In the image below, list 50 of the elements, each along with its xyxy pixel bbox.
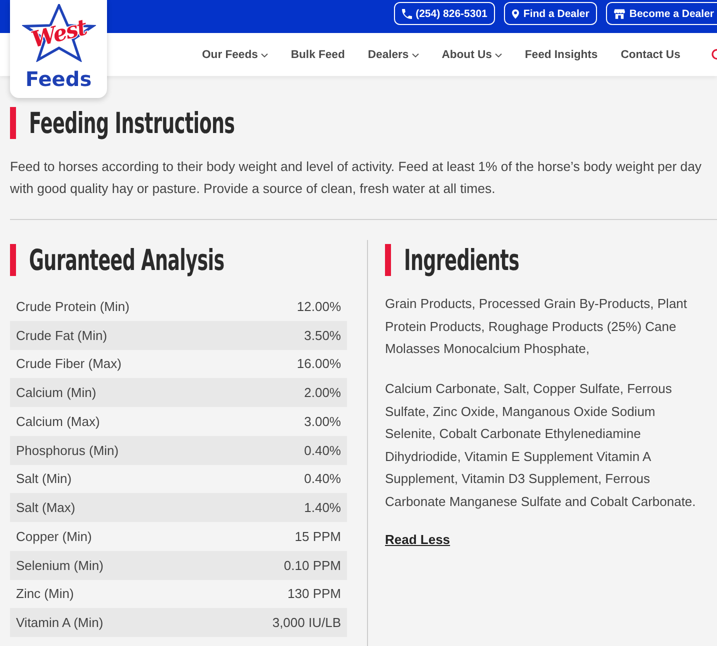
nav-link[interactable]: About Us bbox=[442, 48, 502, 60]
heading-accent-bar bbox=[385, 244, 391, 276]
ingredients-text: Grain Products, Processed Grain By-Products, Plant Protein Products, Roughage Products (25%) Cane Molasses Monocalcium Phosphate, bbox=[385, 295, 688, 358]
nutrient-name: Crude Fiber (Max) bbox=[16, 356, 122, 372]
ingredients-text: Calcium Carbonate, Salt, Copper Sulfate, Ferrous Sulfate, Zinc Oxide, Manganous Oxide Sodium Selenite, Cobalt Carbonate Ethylenediamine Dihydriodide, Vitamin E Supplement Vitamin A Supplement, Vitamin D3 Supplement, Ferrous Carbonate Manganese Sulfate and Cobalt Carbonate. bbox=[385, 380, 697, 511]
nutrient-name: Salt (Min) bbox=[16, 471, 72, 486]
instructions-text: Feed to horses according to their body weight and level of activity. Feed at least 1% of the horse’s body weight per day with good quality hay or pasture. Provide a source of clean, fresh water at all times. bbox=[10, 158, 703, 198]
star-logo-drawing: West bbox=[22, 4, 96, 62]
nutrient-name: Copper (Min) bbox=[16, 528, 92, 544]
nutrient-name: Selenium (Min) bbox=[16, 558, 104, 573]
nutrient-amount: 0.10 PPM bbox=[284, 558, 341, 573]
nav-link[interactable]: Contact Us bbox=[620, 48, 680, 60]
phone-button[interactable]: (254) 826-5301 bbox=[394, 2, 496, 25]
nutrient-amount: 16.00% bbox=[296, 356, 341, 372]
section-heading: Ingredients bbox=[404, 244, 520, 276]
nav-link[interactable]: Bulk Feed bbox=[290, 48, 345, 60]
nutrient-amount: 3.50% bbox=[304, 328, 341, 343]
nutrient-name: Zinc (Min) bbox=[16, 586, 74, 602]
nav-link[interactable]: Our Feeds bbox=[202, 48, 268, 60]
nutrient-name: Calcium (Min) bbox=[16, 385, 96, 400]
heading-accent-bar bbox=[10, 107, 16, 139]
logo-text: Feeds bbox=[25, 68, 92, 90]
map-pin-icon bbox=[512, 8, 520, 18]
nutrient-amount: 3.00% bbox=[304, 414, 341, 429]
nav-link[interactable]: Feed Insights bbox=[524, 48, 598, 60]
store-icon bbox=[614, 8, 626, 18]
nutrient-amount: 0.40% bbox=[304, 442, 341, 458]
find-dealer-button[interactable]: Find a Dealer bbox=[504, 2, 598, 25]
nav-link[interactable]: Dealers bbox=[368, 48, 419, 60]
nutrient-amount: 12.00% bbox=[296, 298, 341, 314]
become-dealer-button[interactable]: Become a Dealer bbox=[606, 2, 717, 25]
nutrient-name: Calcium (Max) bbox=[16, 414, 100, 429]
nutrient-amount: 130 PPM bbox=[288, 586, 341, 602]
heading-accent-bar bbox=[10, 244, 16, 276]
section-heading: Guranteed Analysis bbox=[29, 244, 224, 276]
nutrient-name: Crude Protein (Min) bbox=[16, 298, 130, 314]
search-icon[interactable] bbox=[710, 48, 717, 60]
nutrient-name: Vitamin A (Min) bbox=[16, 615, 104, 630]
read-less-link[interactable]: Read Less bbox=[385, 531, 450, 549]
nutrient-name: Crude Fat (Min) bbox=[16, 328, 108, 343]
nutrient-amount: 0.40% bbox=[304, 471, 341, 486]
logo-card[interactable]: West Feeds bbox=[10, 0, 107, 98]
section-heading: Feeding Instructions bbox=[29, 107, 235, 139]
nutrient-amount: 15 PPM bbox=[294, 528, 341, 544]
nutrient-amount: 2.00% bbox=[304, 385, 341, 400]
nutrient-amount: 3,000 IU/LB bbox=[272, 615, 341, 630]
phone-icon bbox=[402, 8, 412, 18]
nutrient-name: Salt (Max) bbox=[16, 500, 76, 516]
nutrient-amount: 1.40% bbox=[304, 500, 341, 516]
nutrient-name: Phosphorus (Min) bbox=[16, 442, 119, 458]
